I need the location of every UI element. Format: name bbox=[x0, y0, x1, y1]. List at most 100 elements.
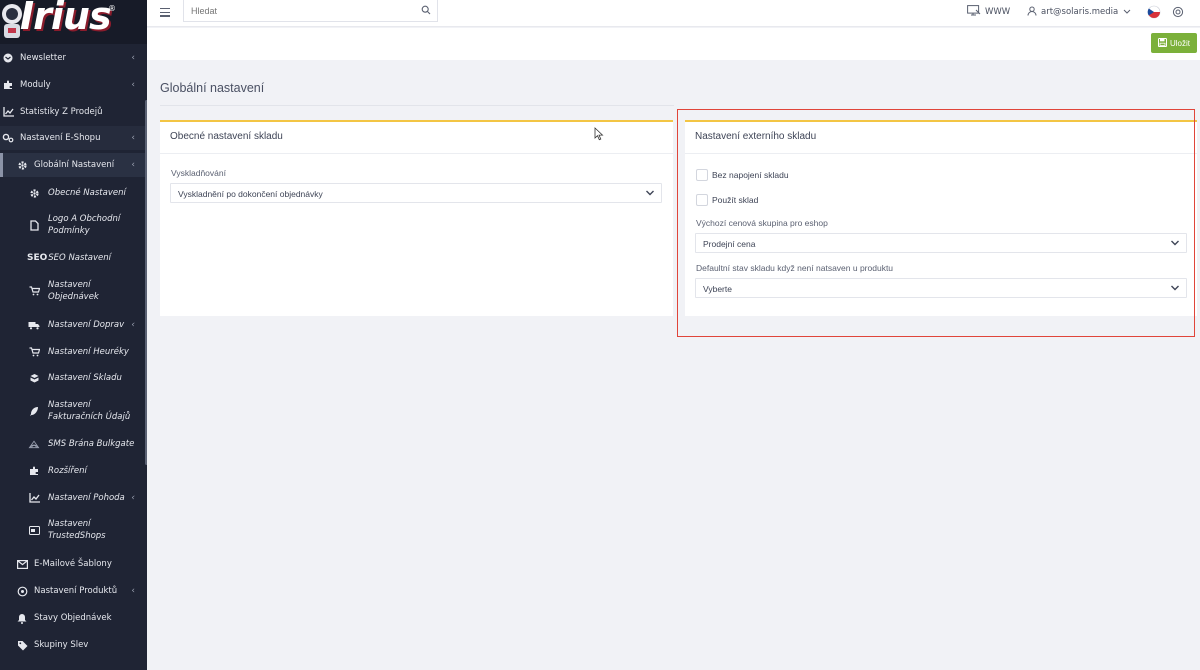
sidebar-item-skupiny-slev[interactable]: Skupiny Slev bbox=[0, 638, 147, 652]
panel-external-stock-settings: Nastavení externího skladu Bez napojení … bbox=[685, 120, 1197, 316]
mouse-cursor-icon bbox=[594, 127, 604, 144]
language-flag-icon[interactable] bbox=[1147, 0, 1161, 24]
bell-icon bbox=[16, 612, 28, 624]
sidebar-item-nastaveni-heureky[interactable]: Nastavení Heuréky bbox=[0, 345, 147, 359]
default-stock-state-select[interactable]: Vyberte bbox=[695, 278, 1187, 298]
monitor-icon bbox=[967, 5, 981, 19]
checkbox-label: Bez napojení skladu bbox=[712, 170, 789, 180]
gear-icon bbox=[16, 585, 28, 597]
truck-icon bbox=[28, 319, 40, 331]
cart-icon bbox=[28, 346, 40, 358]
search-input[interactable] bbox=[184, 0, 404, 22]
puzzle-icon bbox=[2, 79, 14, 91]
badge-icon bbox=[28, 524, 40, 536]
chart-icon bbox=[28, 492, 40, 504]
logo-text: Irius bbox=[20, 0, 112, 38]
chevron-left-icon: ‹ bbox=[131, 133, 135, 143]
user-menu[interactable]: art@solaris.media bbox=[1027, 0, 1131, 24]
hamburger-menu-icon[interactable] bbox=[160, 8, 170, 17]
feather-icon bbox=[28, 405, 40, 417]
sidebar-item-nastaveni-skladu[interactable]: Nastavení Skladu bbox=[0, 371, 147, 385]
checkbox-use-stock[interactable]: Použít sklad bbox=[696, 194, 758, 206]
sidebar-item-label: Globální Nastavení bbox=[34, 160, 115, 170]
envelope-icon bbox=[16, 558, 28, 570]
select-value: Vyberte bbox=[703, 284, 732, 294]
broadcast-icon bbox=[28, 438, 40, 450]
search-icon[interactable] bbox=[421, 5, 431, 18]
newsletter-icon bbox=[2, 52, 14, 64]
sidebar-item-sms-brana-bulkgate[interactable]: SMS Brána Bulkgate bbox=[0, 437, 147, 451]
settings-icon[interactable] bbox=[1172, 0, 1184, 24]
floppy-disk-icon bbox=[1157, 37, 1167, 49]
sidebar-item-label: Nastavení Fakturačních Údajů bbox=[48, 400, 131, 422]
chart-icon bbox=[2, 106, 14, 118]
user-icon bbox=[1027, 6, 1037, 19]
sidebar-item-label: Nastavení E-Shopu bbox=[20, 133, 101, 143]
chevron-down-icon bbox=[1123, 7, 1131, 17]
sidebar-item-rozsireni[interactable]: Rozšíření bbox=[0, 464, 147, 478]
seo-icon: SEO bbox=[27, 253, 48, 263]
sidebar-item-label: Nastavení Produktů bbox=[34, 586, 118, 596]
sidebar-item-nastaveni-fakturacnich-udaju[interactable]: Nastavení Fakturačních Údajů bbox=[0, 398, 147, 424]
user-email: art@solaris.media bbox=[1041, 7, 1119, 17]
sidebar-item-newsletter[interactable]: Newsletter ‹ bbox=[0, 51, 147, 65]
select-value: Prodejní cena bbox=[703, 239, 756, 249]
chevron-left-icon: ‹ bbox=[131, 160, 135, 170]
sidebar-item-nastaveni-doprav[interactable]: Nastavení Doprav ‹ bbox=[0, 318, 147, 332]
sidebar-item-label: Rozšíření bbox=[48, 466, 87, 476]
sidebar-item-nastaveni-objednavek[interactable]: Nastavení Objednávek bbox=[0, 278, 147, 304]
www-link[interactable]: WWW bbox=[967, 0, 1010, 24]
cogs-icon bbox=[2, 132, 14, 144]
sidebar-item-label: Nastavení Skladu bbox=[48, 373, 122, 383]
sidebar-item-nastaveni-eshopu[interactable]: Nastavení E-Shopu ‹ bbox=[0, 126, 147, 150]
sidebar-item-stavy-objednavek[interactable]: Stavy Objednávek bbox=[0, 611, 147, 625]
checkbox-box[interactable] bbox=[696, 194, 708, 206]
checkbox-box[interactable] bbox=[696, 169, 708, 181]
sidebar-item-nastaveni-trustedshops[interactable]: Nastavení TrustedShops bbox=[0, 517, 147, 543]
sidebar-item-nastaveni-produktu[interactable]: Nastavení Produktů ‹ bbox=[0, 584, 147, 598]
field-label: Vyskladňování bbox=[171, 168, 226, 178]
sidebar-item-label: Nastavení Heuréky bbox=[48, 347, 129, 357]
sidebar-scrollbar[interactable] bbox=[145, 100, 147, 465]
price-group-select[interactable]: Prodejní cena bbox=[695, 233, 1187, 253]
chevron-down-icon bbox=[645, 188, 655, 200]
checkbox-no-stock-connection[interactable]: Bez napojení skladu bbox=[696, 169, 789, 181]
brand-logo[interactable]: Irius ® bbox=[0, 0, 147, 44]
sidebar-item-moduly[interactable]: Moduly ‹ bbox=[0, 78, 147, 92]
tag-icon bbox=[16, 639, 28, 651]
panel-general-stock-settings: Obecné nastavení skladu Vyskladňování Vy… bbox=[160, 120, 673, 316]
chevron-left-icon: ‹ bbox=[131, 493, 135, 503]
sidebar-item-statistiky[interactable]: Statistiky Z Prodejů bbox=[0, 105, 147, 119]
select-value: Vyskladnění po dokončení objednávky bbox=[178, 189, 323, 199]
sidebar-item-label: Statistiky Z Prodejů bbox=[20, 107, 103, 117]
sidebar-item-globalni-nastaveni[interactable]: Globální Nastavení ‹ bbox=[0, 153, 147, 177]
panel-title: Nastavení externího skladu bbox=[685, 122, 1197, 154]
dispatch-select[interactable]: Vyskladnění po dokončení objednávky bbox=[170, 183, 662, 203]
sidebar-item-label: Obecné Nastavení bbox=[48, 188, 126, 198]
www-label: WWW bbox=[985, 7, 1011, 17]
page-title: Globální nastavení bbox=[160, 81, 265, 95]
chevron-down-icon bbox=[1170, 283, 1180, 295]
sidebar-item-emailove-sablony[interactable]: E-Mailové Šablony bbox=[0, 557, 147, 571]
sidebar-item-label: Moduly bbox=[20, 80, 51, 90]
sidebar-item-label: Nastavení Objednávek bbox=[48, 280, 99, 302]
sidebar-item-seo-nastaveni[interactable]: SEO SEO Nastavení bbox=[0, 251, 147, 265]
sidebar-item-label: Stavy Objednávek bbox=[34, 613, 112, 623]
sidebar-item-logo-obchodni-podminky[interactable]: Logo A Obchodní Podmínky bbox=[0, 212, 147, 238]
sidebar-item-obecne-nastaveni[interactable]: Obecné Nastavení bbox=[0, 186, 147, 200]
sidebar: Irius ® Newsletter ‹ Moduly ‹ Statistiky… bbox=[0, 0, 147, 670]
action-toolbar: Uložit bbox=[147, 28, 1200, 60]
sidebar-item-label: Nastavení TrustedShops bbox=[48, 519, 106, 541]
cart-icon bbox=[28, 285, 40, 297]
save-button[interactable]: Uložit bbox=[1151, 33, 1197, 53]
sidebar-item-label: Nastavení Doprav bbox=[48, 320, 125, 330]
puzzle-icon bbox=[28, 465, 40, 477]
topbar: WWW art@solaris.media bbox=[147, 0, 1200, 27]
document-icon bbox=[28, 219, 40, 231]
chevron-left-icon: ‹ bbox=[131, 53, 135, 63]
gear-icon bbox=[28, 187, 40, 199]
sidebar-item-nastaveni-pohoda[interactable]: Nastavení Pohoda ‹ bbox=[0, 491, 147, 505]
chevron-left-icon: ‹ bbox=[131, 80, 135, 90]
field-label: Výchozí cenová skupina pro eshop bbox=[696, 218, 828, 228]
checkbox-label: Použít sklad bbox=[712, 195, 759, 205]
